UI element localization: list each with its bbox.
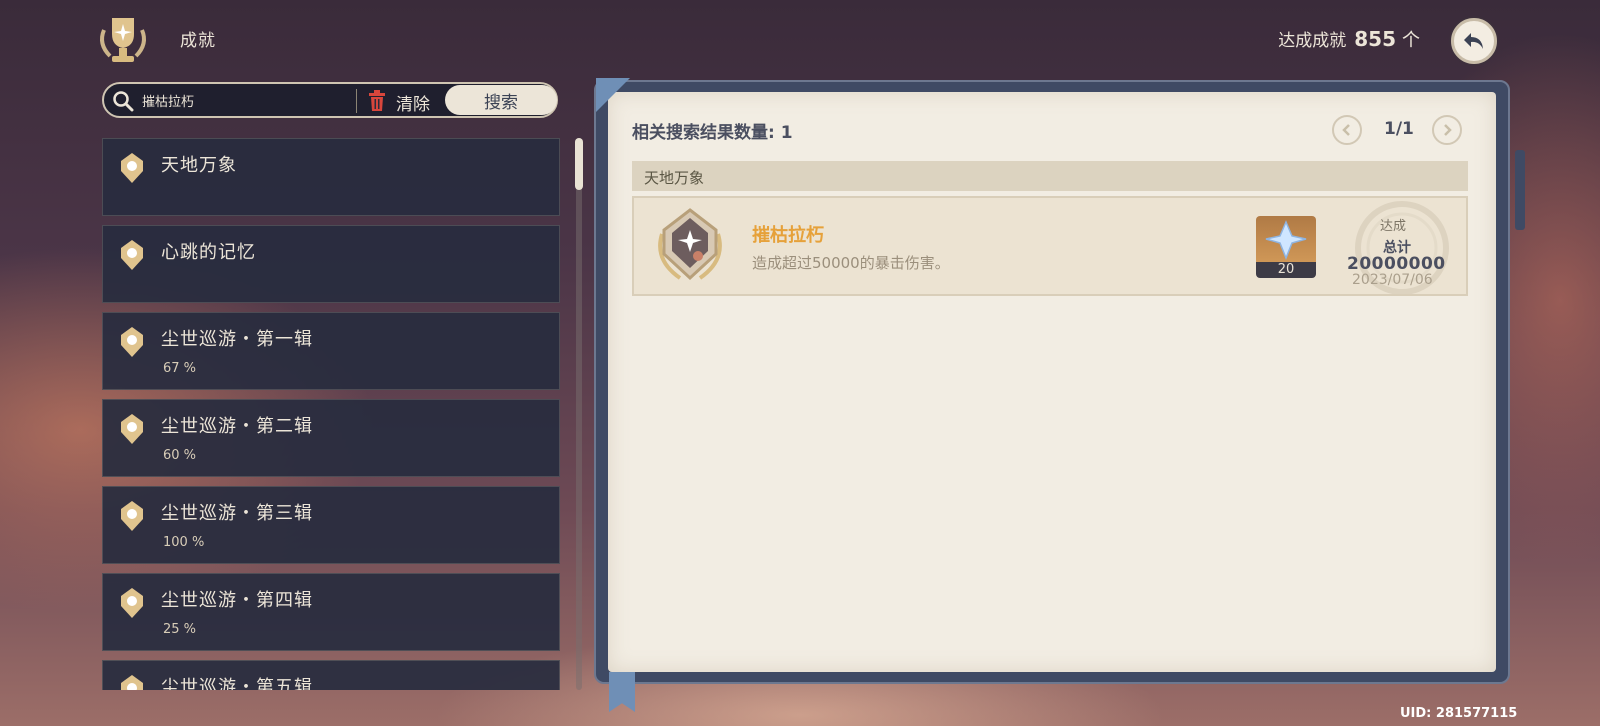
search-icon: [113, 91, 134, 112]
category-percent: 100 %: [163, 535, 205, 550]
category-label: 尘世巡游・第五辑: [161, 677, 313, 690]
category-label: 天地万象: [161, 155, 237, 176]
achievement-badge-icon: [658, 208, 722, 281]
scrollbar-thumb[interactable]: [575, 138, 583, 190]
search-button[interactable]: 搜索: [445, 85, 557, 115]
completion-label: 达成: [1380, 219, 1407, 234]
category-badge-icon: [121, 414, 143, 444]
achievement-description: 造成超过50000的暴击伤害。: [752, 254, 950, 272]
category-badge-icon: [121, 240, 143, 270]
category-item[interactable]: 天地万象: [102, 138, 560, 216]
category-list[interactable]: 天地万象 心跳的记忆 尘世巡游・第一辑 67 % 尘世巡游・第二辑 60 % 尘…: [102, 138, 560, 690]
uid-label: UID: 281577115: [1400, 706, 1518, 721]
category-badge-icon: [121, 327, 143, 357]
category-item[interactable]: 尘世巡游・第三辑 100 %: [102, 486, 560, 564]
category-item[interactable]: 尘世巡游・第一辑 67 %: [102, 312, 560, 390]
clear-button[interactable]: 清除: [396, 90, 430, 115]
category-scrollbar[interactable]: [576, 138, 582, 690]
category-item[interactable]: 尘世巡游・第四辑 25 %: [102, 573, 560, 651]
category-badge-icon: [121, 675, 143, 690]
chevron-right-icon: [1444, 124, 1452, 136]
achieved-unit: 个: [1402, 30, 1420, 51]
reward-quantity: 20: [1256, 262, 1316, 278]
category-label: 尘世巡游・第一辑: [161, 329, 313, 350]
category-label: 心跳的记忆: [161, 242, 256, 263]
category-percent: 67 %: [163, 361, 197, 376]
achieved-count: 达成成就 855 个: [1278, 26, 1420, 52]
category-percent: 25 %: [163, 622, 197, 637]
category-item[interactable]: 尘世巡游・第二辑 60 %: [102, 399, 560, 477]
next-page-button[interactable]: [1432, 115, 1462, 145]
search-input[interactable]: 摧枯拉朽: [142, 91, 194, 110]
back-arrow-icon: [1464, 33, 1483, 49]
prev-page-button[interactable]: [1332, 115, 1362, 145]
category-badge-icon: [121, 153, 143, 183]
page-title: 成就: [180, 31, 216, 51]
book-side-tab: [1515, 150, 1525, 230]
completion-date: 2023/07/06: [1352, 272, 1433, 288]
page-indicator: 1/1: [1384, 119, 1414, 139]
trash-icon[interactable]: [368, 90, 386, 112]
category-label: 尘世巡游・第三辑: [161, 503, 313, 524]
bookmark-ribbon: [609, 672, 635, 712]
section-header: 天地万象: [632, 161, 1468, 191]
chevron-left-icon: [1342, 124, 1350, 136]
category-label: 尘世巡游・第二辑: [161, 416, 313, 437]
category-badge-icon: [121, 588, 143, 618]
category-badge-icon: [121, 501, 143, 531]
corner-ribbon: [596, 78, 630, 112]
category-item[interactable]: 尘世巡游・第五辑: [102, 660, 560, 690]
category-percent: 60 %: [163, 448, 197, 463]
trophy-icon: [100, 18, 146, 62]
back-button[interactable]: [1451, 18, 1497, 64]
search-divider: [356, 89, 357, 113]
result-count: 相关搜索结果数量: 1: [632, 123, 793, 143]
achieved-label: 达成成就: [1278, 31, 1347, 51]
achieved-number: 855: [1354, 27, 1396, 51]
completion-value: 20000000: [1347, 254, 1446, 274]
primogem-icon: [1265, 220, 1307, 261]
category-label: 尘世巡游・第四辑: [161, 590, 313, 611]
achievement-name: 摧枯拉朽: [752, 225, 824, 246]
category-item[interactable]: 心跳的记忆: [102, 225, 560, 303]
